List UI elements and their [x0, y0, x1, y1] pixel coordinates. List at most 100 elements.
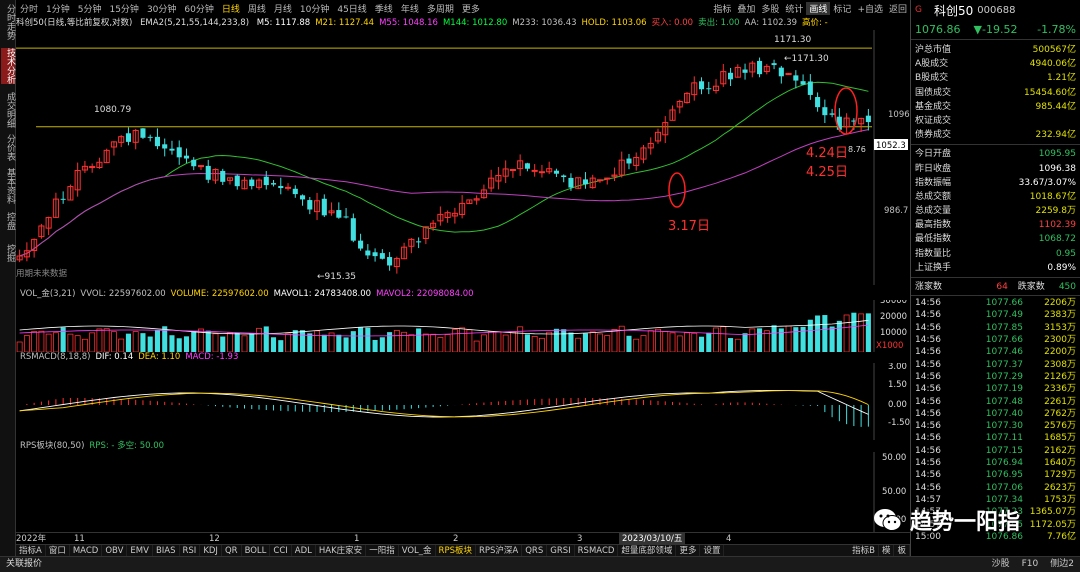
period-tab[interactable]: 季线	[371, 2, 397, 15]
status-mid[interactable]: 沙股	[986, 557, 1016, 572]
indicator-tab[interactable]: GRSI	[547, 545, 575, 556]
annotation-317: 3.17日	[668, 219, 710, 234]
indicator-tab[interactable]: BIAS	[153, 545, 180, 556]
volume-bar	[307, 333, 313, 352]
period-tab[interactable]: 日线	[218, 2, 244, 15]
wechat-icon	[874, 509, 902, 531]
indicator-tab-right[interactable]: 指标B	[849, 545, 879, 556]
left-tab-1[interactable]: 技术分析	[1, 48, 15, 84]
toolbar-button[interactable]: 返回	[886, 2, 910, 15]
indicator-tab[interactable]: KDJ	[200, 545, 222, 556]
toolbar-button[interactable]: 标记	[830, 2, 854, 15]
tick-time: 14:56	[915, 470, 941, 481]
indicator-tab[interactable]: 窗口	[46, 545, 70, 556]
f10-button[interactable]: F10	[1016, 557, 1045, 572]
period-tab[interactable]: 15分钟	[105, 2, 142, 15]
indicator-tab[interactable]: EMV	[127, 545, 153, 556]
indicator-tab-right[interactable]: 模	[879, 545, 895, 556]
toolbar-button[interactable]: 统计	[782, 2, 806, 15]
volume-bar	[728, 338, 734, 352]
volume-bar	[408, 334, 415, 352]
ema-values: M5: 1117.88 M21: 1127.44 M55: 1048.16 M144:…	[257, 18, 833, 28]
tick-volume: 2200万	[1044, 347, 1076, 358]
annotation-425: 4.25日	[806, 165, 848, 180]
volume-bar	[488, 331, 495, 352]
indicator-tab[interactable]: 设置	[700, 545, 725, 556]
volume-bar	[698, 336, 705, 352]
left-tab-0[interactable]: 分时走势	[1, 4, 15, 40]
volume-bar	[140, 333, 146, 352]
period-tab[interactable]: 45日线	[333, 2, 370, 15]
indicator-tab[interactable]: QRS	[522, 545, 548, 556]
tick-time: 14:56	[915, 482, 941, 493]
indicator-tab[interactable]: CCI	[270, 545, 292, 556]
indicator-tab[interactable]: BOLL	[242, 545, 271, 556]
candlestick-chart[interactable]: 1171.30 ←1171.30 1080.79 ←915.35 8.76 1096 986…	[16, 30, 910, 285]
left-tab-2[interactable]: 成交明细	[1, 92, 15, 128]
period-tab[interactable]: 分时	[16, 2, 42, 15]
stat-row: 最高指数 1102.39	[911, 218, 1080, 232]
toolbar-button[interactable]: 叠加	[734, 2, 758, 15]
left-tab-5[interactable]: 控盘	[1, 212, 15, 230]
candle-body	[350, 218, 356, 241]
period-tab[interactable]: 10分钟	[296, 2, 333, 15]
indicator-tab[interactable]: RSI	[180, 545, 201, 556]
indicator-tab[interactable]: ADL	[292, 545, 316, 556]
indicator-tab-right[interactable]: 板	[894, 545, 910, 556]
indicator-tab[interactable]: MACD	[70, 545, 103, 556]
period-tab[interactable]: 更多	[458, 2, 484, 15]
toolbar-button[interactable]: +自选	[854, 2, 886, 15]
linked-quote-label[interactable]: 关联报价	[0, 557, 48, 572]
volume-bar	[110, 331, 117, 352]
quote-group-flag: G	[915, 5, 922, 15]
period-tab[interactable]: 多周期	[423, 2, 458, 15]
period-tab[interactable]: 5分钟	[74, 2, 106, 15]
stat-label: 债券成交	[915, 130, 952, 141]
high-price-label: 1171.30	[774, 35, 811, 45]
legend-item: MACD: -1.93	[185, 352, 239, 362]
period-tab[interactable]: 30分钟	[143, 2, 180, 15]
last-price: 1076.86	[915, 23, 961, 36]
candle-body	[307, 200, 313, 210]
stat-row: B股成交 1.21亿	[911, 71, 1080, 85]
period-tab[interactable]: 年线	[397, 2, 423, 15]
legend-item: RSMACD(8,18,8)	[20, 352, 91, 362]
candle-body	[278, 185, 284, 189]
volume-bar	[220, 336, 226, 352]
left-tab-6[interactable]: 挖掘	[1, 244, 15, 262]
rps-chart[interactable]: 50.0050.0050.00	[16, 452, 910, 532]
tick-row: 14:56 1077.06 2623万	[911, 482, 1080, 494]
tick-price: 1076.95	[985, 470, 1023, 481]
indicator-tab[interactable]: OBV	[102, 545, 128, 556]
indicator-tab[interactable]: QR	[222, 545, 242, 556]
volume-bar	[147, 336, 153, 352]
toolbar-button[interactable]: 画线	[806, 1, 831, 15]
indicator-tab[interactable]: RPS沪深A	[476, 545, 523, 556]
period-tab[interactable]: 60分钟	[180, 2, 217, 15]
toolbar-button[interactable]: 指标	[710, 2, 734, 15]
toolbar-button[interactable]: 多股	[758, 2, 782, 15]
volume-bar	[480, 334, 487, 352]
left-tab-4[interactable]: 基本资料	[1, 168, 15, 204]
period-tab[interactable]: 1分钟	[42, 2, 74, 15]
indicator-tab[interactable]: 一阳指	[366, 545, 399, 556]
tick-row: 14:56 1077.49 2383万	[911, 309, 1080, 321]
volume-bar	[31, 331, 38, 352]
indicator-tab[interactable]: 更多	[676, 545, 701, 556]
tick-row: 14:56 1077.48 2261万	[911, 396, 1080, 408]
volume-bar	[561, 329, 567, 352]
period-tab[interactable]: 月线	[270, 2, 296, 15]
volume-bar	[793, 327, 799, 352]
indicator-tab[interactable]: HAK庄家安	[316, 545, 367, 556]
period-tab[interactable]: 周线	[244, 2, 270, 15]
indicator-tab[interactable]: RSMACD	[575, 545, 619, 556]
sidebar-toggle[interactable]: 侧边2	[1044, 557, 1080, 572]
tick-price: 1077.48	[985, 396, 1023, 407]
indicator-tab[interactable]: RPS板块	[436, 545, 476, 556]
volume-chart[interactable]: 30000 20000 10000 X1000	[16, 300, 910, 352]
left-tab-3[interactable]: 分价表	[1, 134, 15, 161]
macd-chart[interactable]: 3.00 1.50 0.00 -1.50	[16, 363, 910, 440]
indicator-tab[interactable]: VOL_金	[399, 545, 436, 556]
indicator-tab[interactable]: 指标A	[16, 545, 46, 556]
indicator-tab[interactable]: 超量底部领域	[618, 545, 677, 556]
